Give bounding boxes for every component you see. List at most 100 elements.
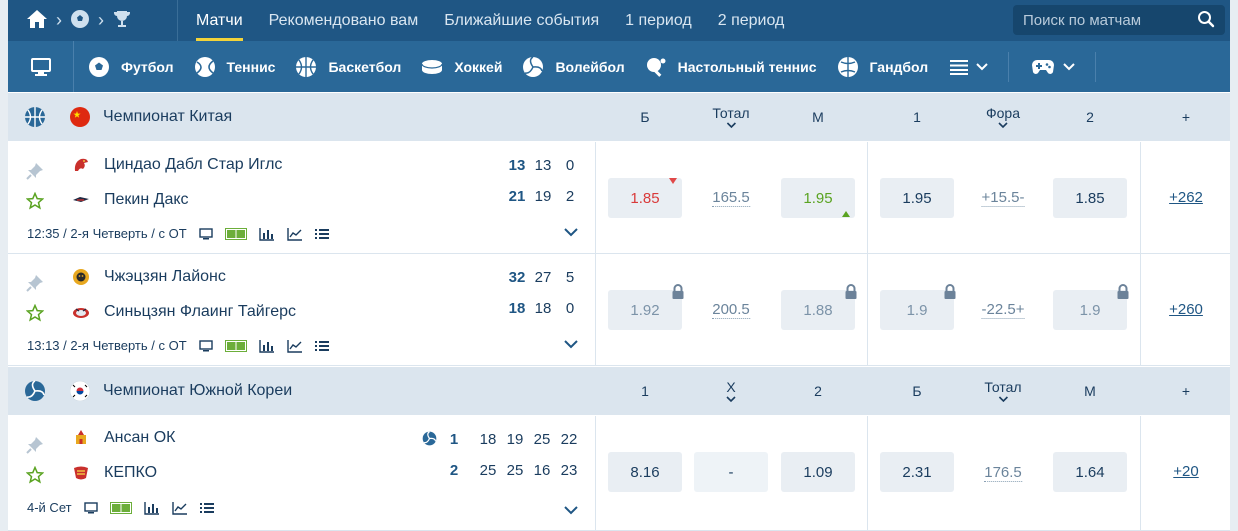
pin-icon[interactable] (26, 274, 44, 292)
sport-football[interactable]: Футбол (88, 56, 174, 78)
sport-tennis[interactable]: Теннис (194, 56, 275, 78)
search-input[interactable]: Поиск по матчам (1013, 5, 1225, 35)
match-row[interactable]: Чжэцзян Лайонс Синьцзян Флаинг Тайгерс 3… (8, 254, 1230, 366)
field-icon[interactable] (224, 339, 247, 352)
league-title[interactable]: Чемпионат Китая (103, 108, 232, 126)
team-logo-eagle-icon (74, 158, 88, 171)
pin-icon[interactable] (26, 436, 44, 454)
score-set: 25 (533, 431, 551, 448)
column-header-draw[interactable]: X (726, 367, 736, 415)
list-icon[interactable] (314, 340, 329, 352)
league-header-china[interactable]: Чемпионат Китая Б Тотал М 1 Фора 2 + (8, 93, 1230, 141)
trophy-icon[interactable] (112, 9, 132, 32)
sport-handball[interactable]: Гандбол (837, 56, 928, 78)
score-set: 19 (506, 431, 524, 448)
odd-away-locked[interactable]: 1.9 (1053, 284, 1129, 330)
odd-under[interactable]: 1.64 (1053, 452, 1127, 492)
pin-icon[interactable] (26, 162, 44, 180)
more-markets-link[interactable]: +20 (1173, 463, 1198, 480)
tab-matches[interactable]: Матчи (196, 0, 243, 41)
score-total: 21 (508, 188, 526, 205)
star-icon[interactable] (26, 304, 44, 322)
star-icon[interactable] (26, 466, 44, 484)
team-home[interactable]: Ансан ОК (72, 429, 175, 447)
odds-up-icon (842, 211, 850, 217)
tab-period-1[interactable]: 1 период (625, 0, 692, 41)
odd-away[interactable]: 1.85 (1053, 178, 1127, 218)
column-header-total[interactable]: Тотал (712, 93, 750, 141)
total-param[interactable]: 176.5 (984, 465, 1022, 482)
score-set: 16 (533, 462, 551, 479)
score-set: 23 (560, 462, 578, 479)
chevron-right-icon: › (56, 10, 62, 30)
esports-menu[interactable] (1009, 51, 1097, 82)
odd-over[interactable]: 1.85 (608, 178, 682, 218)
list-icon[interactable] (199, 502, 214, 514)
odd-under-locked[interactable]: 1.88 (781, 284, 857, 330)
lock-icon (845, 284, 857, 299)
chevron-down-icon[interactable] (564, 340, 578, 349)
tab-recommended[interactable]: Рекомендовано вам (269, 0, 419, 41)
more-markets-link[interactable]: +260 (1169, 301, 1203, 318)
tab-upcoming[interactable]: Ближайшие события (444, 0, 599, 41)
score-period: 2 (565, 188, 575, 205)
match-row[interactable]: Ансан ОК КЕПКО 1 2 18 19 25 22 25 25 16 … (8, 416, 1230, 531)
search-icon[interactable] (1197, 10, 1215, 31)
handicap-param[interactable]: -22.5+ (981, 302, 1025, 319)
chevron-down-icon (1063, 62, 1075, 70)
line-chart-icon[interactable] (286, 339, 303, 353)
line-chart-icon[interactable] (171, 501, 188, 515)
total-param[interactable]: 165.5 (712, 190, 750, 207)
column-header-total[interactable]: Тотал (984, 367, 1022, 415)
chevron-down-icon (998, 396, 1008, 403)
bar-chart-icon[interactable] (258, 339, 275, 353)
more-sports-menu[interactable] (950, 51, 1010, 82)
volleyball-icon (25, 380, 45, 401)
column-header: 2 (814, 383, 822, 399)
field-icon[interactable] (224, 227, 247, 240)
divider (867, 254, 868, 366)
sport-volleyball[interactable]: Волейбол (522, 55, 625, 78)
list-menu-icon (950, 59, 969, 75)
tv-icon[interactable] (83, 501, 98, 514)
top-nav: Матчи Рекомендовано вам Ближайшие событи… (178, 0, 810, 41)
tv-icon[interactable] (198, 339, 213, 352)
odd-under[interactable]: 1.95 (781, 178, 855, 218)
odd-home-locked[interactable]: 1.9 (880, 284, 956, 330)
league-header-korea[interactable]: Чемпионат Южной Кореи 1 X 2 Б Тотал М + (8, 367, 1230, 415)
bar-chart-icon[interactable] (143, 501, 160, 515)
column-header-handicap[interactable]: Фора (986, 93, 1020, 141)
column-header: Б (640, 109, 650, 125)
soccer-ball-icon[interactable] (70, 9, 90, 32)
star-icon[interactable] (26, 192, 44, 210)
field-icon[interactable] (109, 501, 132, 514)
league-title[interactable]: Чемпионат Южной Кореи (103, 382, 292, 400)
team-home[interactable]: Циндао Дабл Стар Иглс (72, 156, 282, 174)
more-markets-link[interactable]: +262 (1169, 189, 1203, 206)
team-away[interactable]: Синьцзян Флаинг Тайгерс (72, 303, 296, 321)
volleyball-icon (523, 55, 544, 77)
odd-over[interactable]: 2.31 (880, 452, 954, 492)
sport-hockey[interactable]: Хоккей (421, 56, 502, 78)
odd-away[interactable]: 1.09 (781, 452, 855, 492)
team-home[interactable]: Чжэцзян Лайонс (72, 268, 226, 286)
tv-icon[interactable] (198, 227, 213, 240)
handicap-param[interactable]: +15.5- (981, 190, 1025, 207)
team-away[interactable]: КЕПКО (72, 464, 157, 482)
team-away[interactable]: Пекин Дакс (72, 191, 189, 209)
odd-home[interactable]: 1.95 (880, 178, 954, 218)
list-icon[interactable] (314, 228, 329, 240)
total-param[interactable]: 200.5 (712, 302, 750, 319)
sport-basketball[interactable]: Баскетбол (295, 56, 401, 78)
live-monitor-icon[interactable] (8, 41, 74, 92)
line-chart-icon[interactable] (286, 227, 303, 241)
chevron-down-icon[interactable] (564, 228, 578, 237)
tab-period-2[interactable]: 2 период (718, 0, 785, 41)
sport-table-tennis[interactable]: Настольный теннис (645, 56, 817, 78)
bar-chart-icon[interactable] (258, 227, 275, 241)
home-icon[interactable] (26, 9, 48, 32)
chevron-down-icon[interactable] (564, 506, 578, 515)
odd-over-locked[interactable]: 1.92 (608, 284, 684, 330)
match-row[interactable]: Циндао Дабл Стар Иглс Пекин Дакс 13 13 0… (8, 142, 1230, 254)
odd-home[interactable]: 8.16 (608, 452, 682, 492)
